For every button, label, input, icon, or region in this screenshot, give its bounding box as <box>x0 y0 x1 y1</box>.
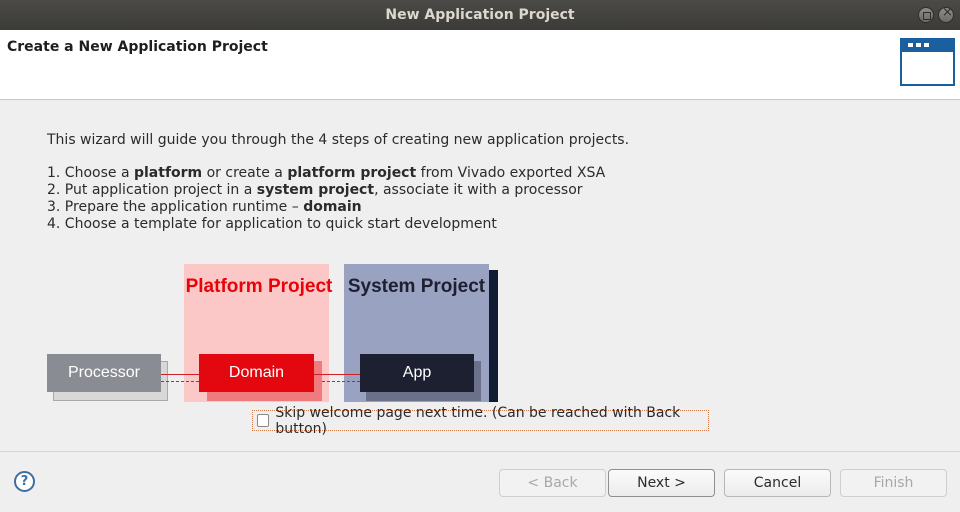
architecture-diagram: Platform Project System Project Processo… <box>0 101 960 451</box>
system-project-title: System Project <box>347 276 486 297</box>
platform-project-title: Platform Project <box>185 276 333 297</box>
minimize-icon[interactable] <box>918 7 934 23</box>
cancel-button[interactable]: Cancel <box>724 469 831 497</box>
processor-domain-dashed-link <box>161 381 199 382</box>
app-box: App <box>360 354 474 392</box>
domain-box: Domain <box>199 354 314 392</box>
window-title: New Application Project <box>385 7 575 23</box>
finish-button[interactable]: Finish <box>840 469 947 497</box>
domain-app-link <box>314 374 360 375</box>
system-project-shadow <box>489 270 498 402</box>
wizard-window-icon <box>900 38 955 86</box>
wizard-content: This wizard will guide you through the 4… <box>0 101 960 451</box>
wizard-footer: ? < Back Next > Cancel Finish <box>0 451 960 512</box>
close-icon[interactable] <box>938 5 954 23</box>
wizard-header: Create a New Application Project <box>0 30 960 100</box>
back-button[interactable]: < Back <box>499 469 606 497</box>
domain-app-dashed-link <box>322 381 360 382</box>
processor-domain-link <box>161 374 199 375</box>
next-button[interactable]: Next > <box>608 469 715 497</box>
help-icon[interactable]: ? <box>14 471 35 492</box>
window-titlebar: New Application Project <box>0 0 960 30</box>
skip-welcome-label[interactable]: Skip welcome page next time. (Can be rea… <box>275 405 708 437</box>
processor-box: Processor <box>47 354 161 392</box>
skip-welcome-checkbox[interactable] <box>257 414 270 427</box>
page-title: Create a New Application Project <box>7 39 268 55</box>
skip-welcome-row[interactable]: Skip welcome page next time. (Can be rea… <box>252 405 709 437</box>
